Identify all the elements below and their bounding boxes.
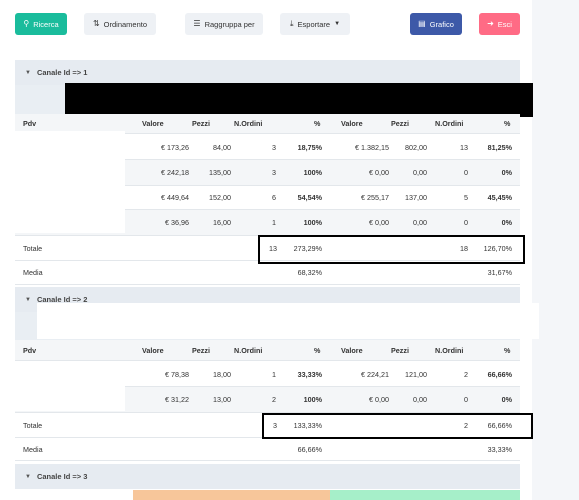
col-pezzi: Pezzi [192,119,210,128]
table-cell: 3 [272,143,276,152]
redacted-block [65,83,533,117]
media-row: Media 66,66% 33,33% [15,438,520,461]
masked-block [15,131,125,233]
table-cell: 121,00 [405,369,427,379]
search-icon: ⚲ [23,19,30,28]
table-cell: 16,00 [213,218,231,227]
col-ordini: N.Ordini [234,345,263,355]
table-cell: 135,00 [209,168,231,177]
header-band-green [330,490,520,500]
table-cell: 0 [464,218,468,227]
media-row: Media 68,32% 31,67% [15,261,520,285]
table-cell: 152,00 [209,193,231,202]
table-cell: 54,54% [297,193,322,202]
col-ordini-2: N.Ordini [435,345,464,355]
table-cell: € 0,00 [369,218,389,227]
table-cell: 2 [464,369,468,379]
highlight-box [258,235,525,264]
col-pct-2: % [504,119,511,128]
col-ordini-2: N.Ordini [435,119,464,128]
table-cell: € 0,00 [369,395,389,404]
col-pct: % [314,345,321,355]
table-cell: € 31,22 [165,395,189,404]
table-cell: 66,66% [487,369,512,379]
table-cell: 0,00 [413,168,427,177]
col-valore: Valore [142,345,164,355]
table-cell: 137,00 [405,193,427,202]
table-cell: 3 [272,168,276,177]
table-cell: € 173,26 [161,143,189,152]
table-cell: 1 [272,218,276,227]
table-header: Pdv Valore Pezzi N.Ordini % Valore Pezzi… [15,340,520,361]
table-cell: 100% [303,218,322,227]
caret-down-icon: ▼ [334,21,341,27]
col-ordini: N.Ordini [234,119,263,128]
search-button[interactable]: ⚲ Ricerca [15,13,67,35]
table-cell: 5 [464,193,468,202]
export-dropdown[interactable]: ⤓ Esportare ▼ [280,13,350,35]
group-by-button[interactable]: ☰ Raggruppa per [185,13,263,35]
highlight-box [262,413,533,439]
masked-block [15,361,125,411]
table-cell: 45,45% [487,193,512,202]
download-icon: ⤓ [289,19,294,28]
col-pezzi-2: Pezzi [391,345,409,355]
table-cell: € 0,00 [369,168,389,177]
header-band-orange [133,490,330,500]
exit-button[interactable]: ➜ Esci [479,13,520,35]
table-cell: 1 [272,369,276,379]
caret-down-icon: ▼ [25,69,31,76]
table-cell: € 36,96 [165,218,189,227]
masked-block [37,303,539,339]
sort-button[interactable]: ⇅ Ordinamento [84,13,156,35]
exit-icon: ➜ [487,19,494,28]
col-valore-2: Valore [341,119,363,128]
table-cell: € 255,17 [361,193,389,202]
table-cell: 81,25% [487,143,512,152]
table-cell: 0 [464,395,468,404]
chart-button[interactable]: ▤ Grafico [410,13,462,35]
table-cell: 0 [464,168,468,177]
table-cell: 33,33% [297,369,322,379]
table-cell: € 78,38 [165,369,189,379]
table-cell: 6 [272,193,276,202]
chart-icon: ▤ [418,19,426,28]
table-cell: 0,00 [413,218,427,227]
table-cell: € 1.382,15 [355,143,389,152]
table-cell: 13,00 [213,395,231,404]
col-pezzi-2: Pezzi [391,119,409,128]
table-cell: 0,00 [413,395,427,404]
sort-icon: ⇅ [92,19,100,28]
caret-down-icon: ▼ [25,473,31,480]
table-cell: € 224,21 [361,369,389,379]
table-cell: 0% [501,218,512,227]
table-cell: 18,00 [213,369,231,379]
table-cell: € 449,64 [161,193,189,202]
table-cell: 100% [303,395,322,404]
table-cell: 13 [460,143,468,152]
col-pdv: Pdv [23,345,37,355]
group-header-1[interactable]: ▼ Canale Id => 1 [15,60,520,85]
table-cell: 18,75% [297,143,322,152]
layers-icon: ☰ [193,19,201,28]
right-panel [532,0,579,500]
col-pct-2: % [504,345,511,355]
col-valore: Valore [142,119,164,128]
caret-down-icon: ▼ [25,296,31,303]
col-valore-2: Valore [341,345,363,355]
table-cell: 0% [501,395,512,404]
table-cell: 2 [272,395,276,404]
table-cell: 802,00 [405,143,427,152]
col-pct: % [314,119,321,128]
group-header-3[interactable]: ▼ Canale Id => 3 [15,464,520,489]
table-cell: 0% [501,168,512,177]
col-pezzi: Pezzi [192,345,210,355]
table-cell: 100% [303,168,322,177]
table-cell: 84,00 [213,143,231,152]
table-cell: € 242,18 [161,168,189,177]
